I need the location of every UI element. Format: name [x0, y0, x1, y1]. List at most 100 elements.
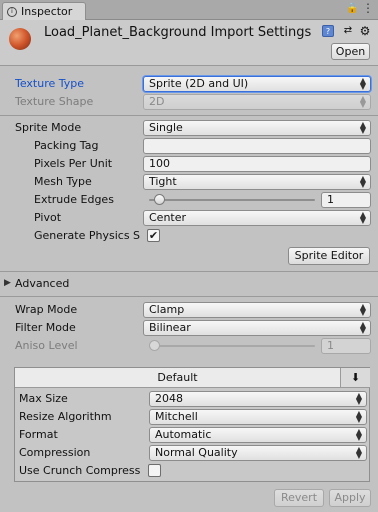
context-menu-icon[interactable]: ⋮: [362, 1, 374, 15]
max-size-value: 2048: [155, 392, 183, 405]
extrude-edges-row: Extrude Edges 1: [0, 191, 378, 209]
aniso-slider-thumb: [149, 340, 160, 351]
mesh-type-value: Tight: [149, 175, 177, 188]
divider: [0, 271, 378, 272]
max-size-dropdown[interactable]: 2048 ▲ ▼: [149, 391, 367, 407]
sprite-editor-button[interactable]: Sprite Editor: [288, 247, 370, 265]
generate-physics-label: Generate Physics S: [34, 229, 141, 242]
crunch-compress-label: Use Crunch Compress: [19, 464, 141, 477]
format-row: Format Automatic ▲ ▼: [15, 426, 371, 444]
sprite-mode-dropdown[interactable]: Single ▲ ▼: [143, 120, 371, 136]
apply-button[interactable]: Apply: [329, 489, 371, 507]
texture-shape-dropdown: 2D ▲ ▼: [143, 94, 371, 110]
dropdown-arrows-icon: ▲ ▼: [359, 174, 366, 189]
platform-settings-panel: Default ⬇ Max Size 2048 ▲ ▼ Resize Algori…: [14, 367, 370, 482]
aniso-level-input: 1: [321, 338, 371, 354]
crunch-compress-checkbox[interactable]: [148, 464, 161, 477]
asset-thumbnail: [9, 28, 31, 50]
sprite-mode-value: Single: [149, 121, 183, 134]
texture-type-value: Sprite (2D and UI): [149, 77, 249, 90]
wrap-mode-value: Clamp: [149, 303, 185, 316]
wrap-mode-dropdown[interactable]: Clamp ▲ ▼: [143, 302, 371, 318]
extrude-edges-label: Extrude Edges: [34, 193, 114, 206]
format-dropdown[interactable]: Automatic ▲ ▼: [149, 427, 367, 443]
revert-button[interactable]: Revert: [274, 489, 324, 507]
open-button[interactable]: Open: [331, 43, 370, 60]
texture-shape-row: Texture Shape 2D ▲ ▼: [0, 93, 378, 111]
tab-inspector[interactable]: i Inspector: [2, 2, 86, 20]
advanced-label: Advanced: [15, 277, 70, 290]
pivot-dropdown[interactable]: Center ▲ ▼: [143, 210, 371, 226]
preset-sliders-icon[interactable]: ⇄: [342, 25, 354, 37]
inspector-header: Load_Planet_Background Import Settings ?…: [0, 20, 378, 66]
extrude-edges-input[interactable]: 1: [321, 192, 371, 208]
help-book-icon[interactable]: ?: [322, 25, 334, 37]
compression-row: Compression Normal Quality ▲ ▼: [15, 444, 371, 462]
aniso-level-label: Aniso Level: [15, 339, 78, 352]
filter-mode-row: Filter Mode Bilinear ▲ ▼: [0, 319, 378, 337]
sprite-mode-row: Sprite Mode Single ▲ ▼: [0, 119, 378, 137]
texture-type-row: Texture Type Sprite (2D and UI) ▲ ▼: [0, 75, 378, 93]
dropdown-arrows-icon: ▲ ▼: [359, 76, 366, 91]
tab-bar: i Inspector 🔒 ⋮: [0, 0, 378, 20]
dropdown-arrows-icon: ▲ ▼: [355, 445, 362, 460]
gear-icon[interactable]: ⚙: [359, 25, 371, 37]
dropdown-arrows-icon: ▲ ▼: [359, 94, 366, 109]
generate-physics-row: Generate Physics S ✔: [0, 227, 378, 245]
resize-algorithm-label: Resize Algorithm: [19, 410, 112, 423]
pivot-row: Pivot Center ▲ ▼: [0, 209, 378, 227]
resize-algorithm-row: Resize Algorithm Mitchell ▲ ▼: [15, 408, 371, 426]
compression-label: Compression: [19, 446, 91, 459]
compression-value: Normal Quality: [155, 446, 238, 459]
compression-dropdown[interactable]: Normal Quality ▲ ▼: [149, 445, 367, 461]
dropdown-arrows-icon: ▲ ▼: [359, 320, 366, 335]
texture-type-dropdown[interactable]: Sprite (2D and UI) ▲ ▼: [143, 76, 371, 92]
page-title: Load_Planet_Background Import Settings: [44, 25, 312, 40]
pivot-label: Pivot: [34, 211, 62, 224]
aniso-level-row: Aniso Level 1: [0, 337, 378, 355]
packing-tag-input[interactable]: [143, 138, 371, 154]
dropdown-arrows-icon: ▲ ▼: [359, 210, 366, 225]
texture-shape-value: 2D: [149, 95, 165, 108]
resize-algorithm-dropdown[interactable]: Mitchell ▲ ▼: [149, 409, 367, 425]
divider: [0, 296, 378, 297]
sprite-mode-label: Sprite Mode: [15, 121, 82, 134]
packing-tag-label: Packing Tag: [34, 139, 99, 152]
generate-physics-checkbox[interactable]: ✔: [147, 229, 160, 242]
pixels-per-unit-label: Pixels Per Unit: [34, 157, 113, 170]
texture-type-label: Texture Type: [15, 77, 85, 90]
filter-mode-label: Filter Mode: [15, 321, 76, 334]
divider: [0, 115, 378, 116]
pixels-per-unit-row: Pixels Per Unit 100: [0, 155, 378, 173]
mesh-type-dropdown[interactable]: Tight ▲ ▼: [143, 174, 371, 190]
lock-icon[interactable]: 🔒: [346, 3, 358, 14]
dropdown-arrows-icon: ▲ ▼: [359, 120, 366, 135]
info-icon: i: [7, 6, 17, 17]
texture-shape-label: Texture Shape: [15, 95, 94, 108]
max-size-row: Max Size 2048 ▲ ▼: [15, 390, 371, 408]
max-size-label: Max Size: [19, 392, 68, 405]
mesh-type-row: Mesh Type Tight ▲ ▼: [0, 173, 378, 191]
format-value: Automatic: [155, 428, 212, 441]
dropdown-arrows-icon: ▲ ▼: [355, 409, 362, 424]
aniso-slider-track: [149, 345, 315, 347]
format-label: Format: [19, 428, 58, 441]
dropdown-arrows-icon: ▲ ▼: [355, 427, 362, 442]
wrap-mode-row: Wrap Mode Clamp ▲ ▼: [0, 301, 378, 319]
pixels-per-unit-input[interactable]: 100: [143, 156, 371, 172]
dropdown-arrows-icon: ▲ ▼: [359, 302, 366, 317]
extrude-slider-thumb[interactable]: [153, 194, 165, 205]
resize-algorithm-value: Mitchell: [155, 410, 198, 423]
tab-default-platform[interactable]: Default: [15, 368, 341, 388]
tab-label: Inspector: [21, 5, 73, 18]
mesh-type-label: Mesh Type: [34, 175, 92, 188]
filter-mode-dropdown[interactable]: Bilinear ▲ ▼: [143, 320, 371, 336]
extrude-slider-track[interactable]: [149, 199, 315, 201]
filter-mode-value: Bilinear: [149, 321, 191, 334]
packing-tag-row: Packing Tag: [0, 137, 378, 155]
download-icon[interactable]: ⬇: [341, 368, 370, 388]
wrap-mode-label: Wrap Mode: [15, 303, 78, 316]
pivot-value: Center: [149, 211, 187, 224]
crunch-compress-row: Use Crunch Compress: [15, 462, 371, 480]
advanced-foldout[interactable]: ▶ Advanced: [0, 275, 378, 293]
